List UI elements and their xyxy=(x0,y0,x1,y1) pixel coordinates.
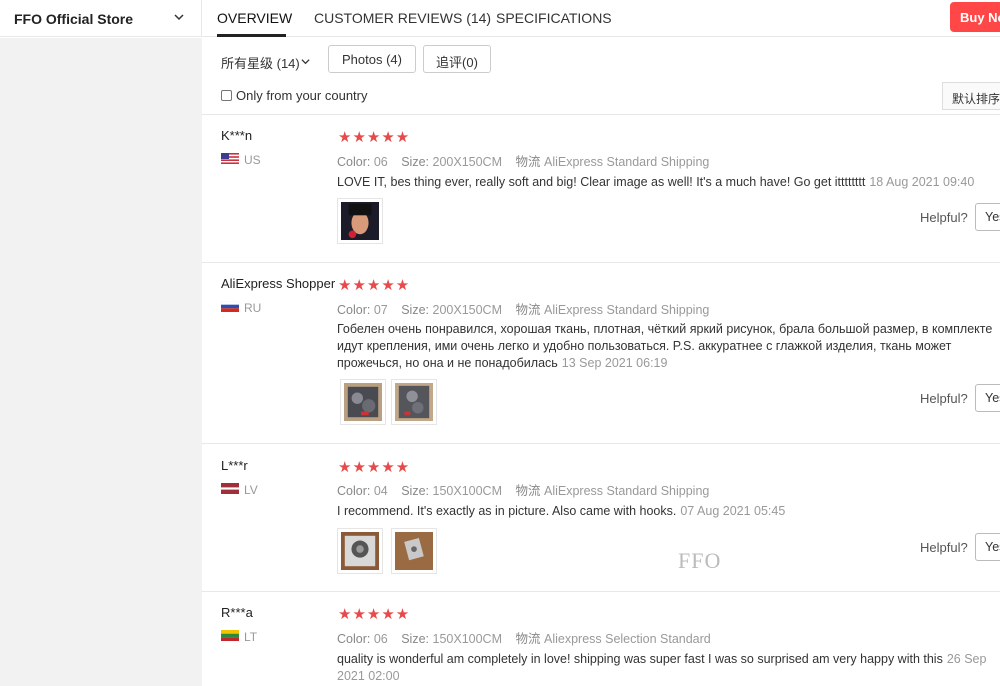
review-item: R***a LT ★★★★★ Color: 06 Size: 150X100CM… xyxy=(202,591,1000,686)
lt-flag-icon xyxy=(221,630,239,641)
review-photo-thumbnail[interactable] xyxy=(337,528,383,574)
active-tab-indicator xyxy=(217,34,286,37)
rating-stars: ★★★★★ xyxy=(338,277,411,294)
review-photo[interactable] xyxy=(395,532,433,570)
reviewer-country: LV xyxy=(244,483,258,497)
review-photo[interactable] xyxy=(341,532,379,570)
review-text: LOVE IT, bes thing ever, really soft and… xyxy=(337,175,975,189)
helpful-label: Helpful? xyxy=(920,210,968,225)
review-date: 13 Sep 2021 06:19 xyxy=(561,356,668,370)
rating-stars: ★★★★★ xyxy=(338,606,411,623)
review-text: Гобелен очень понравился, хорошая ткань,… xyxy=(337,322,993,370)
review-text: quality is wonderful am completely in lo… xyxy=(337,652,987,683)
ru-flag-icon xyxy=(221,301,239,312)
country-filter-label: Only from your country xyxy=(236,88,368,103)
helpful-yes-button[interactable]: Yes xyxy=(975,203,1000,231)
reviewer-country: US xyxy=(244,153,261,167)
reviewer-name: R***a xyxy=(221,605,253,620)
review-sku-info: Color: 06 Size: 200X150CM 物流 AliExpress … xyxy=(337,155,710,169)
chevron-down-icon[interactable] xyxy=(301,57,310,66)
review-photo-thumbnail[interactable] xyxy=(340,379,386,425)
review-sku-info: Color: 06 Size: 150X100CM 物流 Aliexpress … xyxy=(337,632,711,646)
top-bar: FFO Official Store OVERVIEW CUSTOMER REV… xyxy=(0,0,1000,37)
reviewer-country: RU xyxy=(244,301,262,315)
store-selector[interactable]: FFO Official Store xyxy=(0,0,202,37)
watermark: FFO xyxy=(678,548,722,573)
review-item: AliExpress Shopper RU ★★★★★ Color: 07 Si… xyxy=(202,262,1000,443)
review-date: 18 Aug 2021 09:40 xyxy=(869,175,975,189)
review-sku-info: Color: 04 Size: 150X100CM 物流 AliExpress … xyxy=(337,484,710,498)
sort-select[interactable]: 默认排序 xyxy=(942,82,1000,110)
review-photo-thumbnail[interactable] xyxy=(391,528,437,574)
review-photo-thumbnail[interactable] xyxy=(391,379,437,425)
review-photo[interactable] xyxy=(395,383,433,421)
chevron-down-icon[interactable] xyxy=(174,12,184,22)
review-item: K***n US ★★★★★ Color: 06 Size: 200X150CM… xyxy=(202,114,1000,262)
review-photo[interactable] xyxy=(341,202,379,240)
review-item: L***r LV ★★★★★ Color: 04 Size: 150X100CM… xyxy=(202,443,1000,591)
country-checkbox[interactable] xyxy=(221,90,232,101)
rating-stars: ★★★★★ xyxy=(338,459,411,476)
photos-filter-button[interactable]: Photos (4) xyxy=(328,45,416,73)
review-photo-thumbnail[interactable] xyxy=(337,198,383,244)
review-text: I recommend. It's exactly as in picture.… xyxy=(337,504,786,518)
tab-overview[interactable]: OVERVIEW xyxy=(217,10,292,26)
helpful-label: Helpful? xyxy=(920,391,968,406)
reviewer-name: L***r xyxy=(221,458,248,473)
store-name[interactable]: FFO Official Store xyxy=(14,11,133,27)
buy-now-button[interactable]: Buy No xyxy=(950,2,1000,32)
star-filter-select[interactable]: 所有星级 (14) xyxy=(221,53,300,72)
tab-customer-reviews[interactable]: CUSTOMER REVIEWS (14) xyxy=(314,10,491,26)
helpful-yes-button[interactable]: Yes xyxy=(975,384,1000,412)
country-filter[interactable]: Only from your country xyxy=(221,88,368,103)
left-sidebar xyxy=(0,38,202,686)
review-photo[interactable] xyxy=(344,383,382,421)
reviewer-name: K***n xyxy=(221,128,253,143)
helpful-yes-button[interactable]: Yes xyxy=(975,533,1000,561)
rating-stars: ★★★★★ xyxy=(338,129,411,146)
reviewer-country: LT xyxy=(244,630,258,644)
tab-specifications[interactable]: SPECIFICATIONS xyxy=(496,10,612,26)
us-flag-icon xyxy=(221,153,239,164)
reviewer-name: AliExpress Shopper xyxy=(221,276,336,291)
additional-reviews-filter-button[interactable]: 追评(0) xyxy=(423,45,491,73)
review-date: 07 Aug 2021 05:45 xyxy=(680,504,786,518)
review-sku-info: Color: 07 Size: 200X150CM 物流 AliExpress … xyxy=(337,303,710,317)
lv-flag-icon xyxy=(221,483,239,494)
helpful-label: Helpful? xyxy=(920,540,968,555)
